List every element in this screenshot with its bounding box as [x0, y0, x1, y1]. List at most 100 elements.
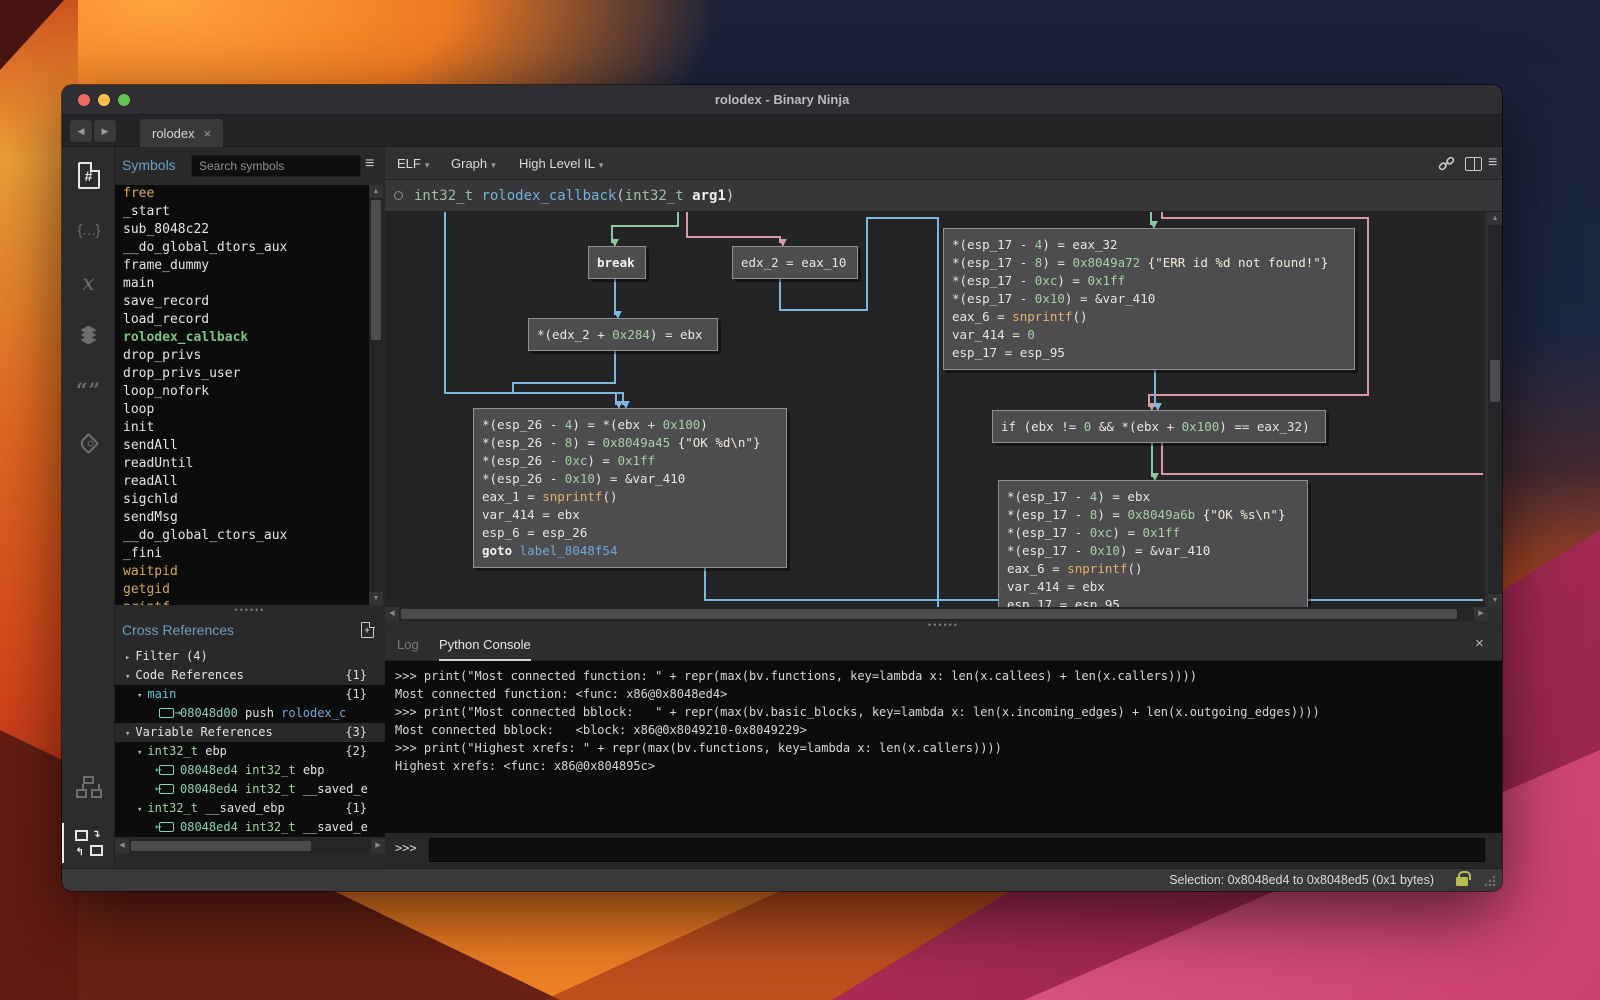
resize-grip[interactable] [1484, 875, 1496, 887]
split-view-icon[interactable] [1465, 157, 1482, 171]
xref-entry[interactable]: ←08048ed4 int32_t __saved_e [115, 818, 385, 837]
new-pane-icon[interactable] [361, 622, 374, 638]
close-window-button[interactable] [78, 94, 90, 106]
symbol-item[interactable]: __do_global_dtors_aux [115, 239, 369, 257]
symbol-item[interactable]: sigchld [115, 491, 369, 509]
tags-icon[interactable] [62, 421, 115, 465]
xref-entry[interactable]: ←08048ed4 int32_t __saved_e [115, 780, 385, 799]
graph-node-ok-s-block[interactable]: *(esp_17 - 4) = ebx*(esp_17 - 8) = 0x804… [998, 480, 1308, 607]
maximize-window-button[interactable] [118, 94, 130, 106]
link-icon[interactable] [1438, 155, 1455, 177]
nav-forward-button[interactable]: ▶ [94, 120, 116, 142]
xref-bar-row[interactable]: ▾Code References{1} [115, 666, 385, 685]
symbol-item[interactable]: save_record [115, 293, 369, 311]
xref-bar-row[interactable]: ▸Filter (4) [115, 647, 385, 666]
menu-graph[interactable]: Graph▾ [451, 147, 496, 180]
tab-rolodex[interactable]: rolodex × [140, 119, 223, 147]
sidebar-splitter[interactable]: •••••• [115, 605, 385, 619]
symbol-item[interactable]: _start [115, 203, 369, 221]
graph-overview-icon[interactable] [62, 766, 115, 810]
scroll-left-icon[interactable]: ◀ [115, 839, 129, 853]
symbol-item[interactable]: rolodex_callback [115, 329, 369, 347]
graph-node-err-block[interactable]: *(esp_17 - 4) = eax_32*(esp_17 - 8) = 0x… [943, 228, 1355, 370]
activity-bar: # {…} x “” ↴↰ [62, 147, 115, 868]
symbols-icon[interactable]: # [62, 153, 115, 197]
symbol-item[interactable]: waitpid [115, 563, 369, 581]
symbol-item[interactable]: readAll [115, 473, 369, 491]
symbol-item[interactable]: _fini [115, 545, 369, 563]
symbol-item[interactable]: drop_privs [115, 347, 369, 365]
lock-icon[interactable] [1456, 877, 1468, 886]
xref-bar-row[interactable]: ▾Variable References{3} [115, 723, 385, 742]
graph-node-if-cond[interactable]: if (ebx != 0 && *(ebx + 0x100) == eax_32… [992, 410, 1326, 443]
menu-il-level[interactable]: High Level IL▾ [519, 147, 603, 180]
types-icon[interactable]: {…} [62, 208, 115, 252]
symbol-item[interactable]: load_record [115, 311, 369, 329]
symbol-item[interactable]: __do_global_ctors_aux [115, 527, 369, 545]
tab-bar: ◀ ▶ rolodex × [62, 115, 1502, 147]
xref-group-row[interactable]: ▾int32_t __saved_ebp{1} [115, 799, 385, 818]
xref-entry[interactable]: ←08048ed4 int32_t ebp [115, 761, 385, 780]
tab-label: rolodex [152, 126, 195, 141]
tab-log[interactable]: Log [397, 631, 419, 661]
menu-elf[interactable]: ELF▾ [397, 147, 429, 180]
python-console-input[interactable] [429, 838, 1485, 862]
status-bar: Selection: 0x8048ed4 to 0x8048ed5 (0x1 b… [62, 868, 1502, 891]
nav-back-button[interactable]: ◀ [70, 120, 92, 142]
symbol-item[interactable]: free [115, 185, 369, 203]
symbol-item[interactable]: main [115, 275, 369, 293]
graph-node-edx2-assign[interactable]: edx_2 = eax_10 [732, 246, 858, 279]
scroll-up-icon[interactable]: ▲ [369, 185, 383, 198]
xref-group-row[interactable]: ▾int32_t ebp{2} [115, 742, 385, 761]
symbol-item[interactable]: getgid [115, 581, 369, 599]
scroll-down-icon[interactable]: ▼ [369, 592, 383, 605]
symbol-item[interactable]: sub_8048c22 [115, 221, 369, 239]
symbol-item[interactable]: drop_privs_user [115, 365, 369, 383]
chevron-down-icon: ▾ [599, 160, 604, 170]
scroll-right-icon[interactable]: ▶ [1474, 607, 1488, 621]
symbols-title: Symbols [122, 157, 176, 173]
symbols-list: free_startsub_8048c22__do_global_dtors_a… [115, 185, 369, 605]
function-header[interactable]: int32_t rolodex_callback(int32_t arg1) [385, 180, 1502, 212]
tab-close-icon[interactable]: × [204, 126, 212, 141]
scroll-left-icon[interactable]: ◀ [385, 607, 399, 621]
symbol-item[interactable]: loop [115, 401, 369, 419]
search-symbols-input[interactable] [191, 155, 361, 177]
graph-node-break[interactable]: break [588, 246, 646, 279]
variables-icon[interactable]: x [62, 261, 115, 305]
symbols-header: Symbols ≡ [115, 147, 385, 185]
view-menu-icon[interactable]: ≡ [1488, 155, 1497, 171]
collapse-circle-icon[interactable] [394, 191, 403, 200]
xrefs-tree: ▸Filter (4)▾Code References{1}▾main{1}→0… [115, 647, 385, 837]
prompt-label: >>> [395, 841, 417, 855]
titlebar: rolodex - Binary Ninja [62, 85, 1502, 115]
graph-canvas[interactable]: break edx_2 = eax_10 *(edx_2 + 0x284) = eb… [385, 212, 1485, 607]
symbol-item[interactable]: readUntil [115, 455, 369, 473]
scroll-right-icon[interactable]: ▶ [371, 839, 385, 853]
python-console-output[interactable]: >>> print("Most connected function: " + … [385, 661, 1502, 833]
symbol-item[interactable]: frame_dummy [115, 257, 369, 275]
cross-references-icon[interactable]: ↴↰ [62, 821, 115, 865]
graph-node-store-edx2[interactable]: *(edx_2 + 0x284) = ebx [528, 318, 718, 351]
symbols-scrollbar[interactable]: ▲ ▼ [369, 185, 383, 605]
scroll-up-icon[interactable]: ▲ [1488, 212, 1502, 225]
stack-layers-icon[interactable] [62, 315, 115, 359]
minimize-window-button[interactable] [98, 94, 110, 106]
console-splitter[interactable]: •••••• [385, 621, 1502, 631]
graph-vscrollbar[interactable]: ▲ ▼ [1488, 212, 1502, 607]
strings-icon[interactable]: “” [62, 368, 115, 412]
tab-python-console[interactable]: Python Console [439, 631, 531, 661]
symbol-item[interactable]: loop_nofork [115, 383, 369, 401]
symbols-menu-icon[interactable]: ≡ [365, 155, 374, 173]
close-panel-icon[interactable]: × [1475, 635, 1484, 652]
xrefs-hscrollbar[interactable]: ◀ ▶ [115, 839, 385, 853]
graph-node-ok-d-block[interactable]: *(esp_26 - 4) = *(ebx + 0x100)*(esp_26 -… [473, 408, 787, 568]
xref-group-row[interactable]: ▾main{1} [115, 685, 385, 704]
symbol-item[interactable]: sendAll [115, 437, 369, 455]
scroll-down-icon[interactable]: ▼ [1488, 594, 1502, 607]
xref-entry[interactable]: →08048d00 push rolodex_c [115, 704, 385, 723]
symbol-item[interactable]: init [115, 419, 369, 437]
graph-hscrollbar[interactable]: ◀ ▶ [385, 607, 1488, 621]
symbol-item[interactable]: sendMsg [115, 509, 369, 527]
console-line: >>> print("Highest xrefs: " + repr(max(b… [395, 739, 1502, 757]
